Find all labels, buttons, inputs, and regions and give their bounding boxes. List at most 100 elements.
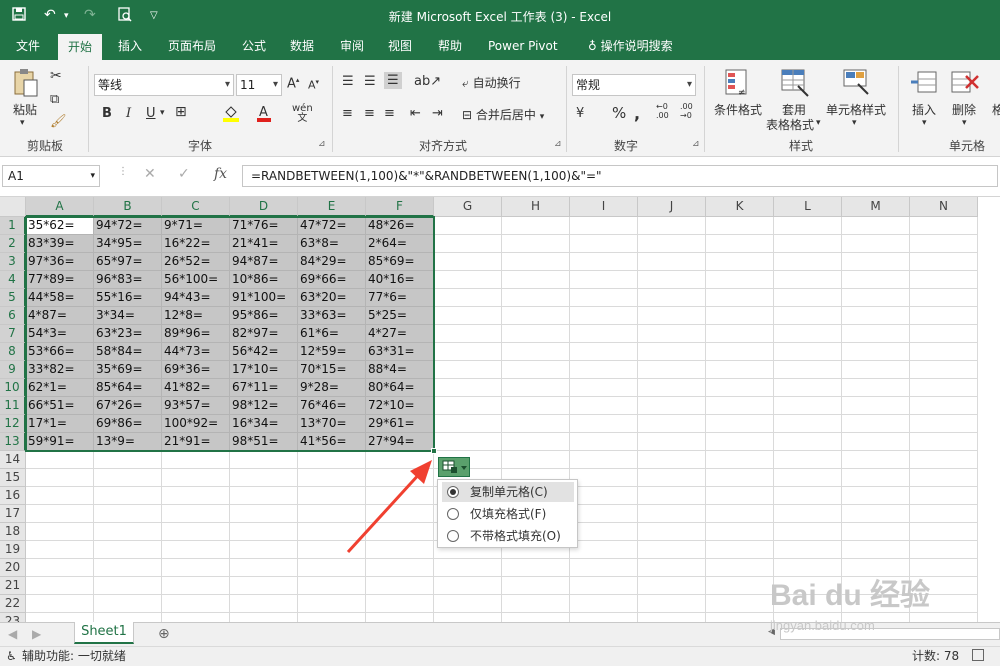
cell-C7[interactable]: 89*96= <box>162 325 230 343</box>
cell-D8[interactable]: 56*42= <box>230 343 298 361</box>
cell-A11[interactable]: 66*51= <box>26 397 94 415</box>
tell-me-search[interactable]: ♁ 操作说明搜索 <box>578 32 683 60</box>
cell-N8[interactable] <box>910 343 978 361</box>
cell-J8[interactable] <box>638 343 706 361</box>
cell-D18[interactable] <box>230 523 298 541</box>
cell-M4[interactable] <box>842 271 910 289</box>
cell-L11[interactable] <box>774 397 842 415</box>
cell-I5[interactable] <box>570 289 638 307</box>
cell-F2[interactable]: 2*64= <box>366 235 434 253</box>
option-fill-formatting-only[interactable]: 仅填充格式(F) <box>442 504 574 524</box>
cell-A19[interactable] <box>26 541 94 559</box>
cell-A10[interactable]: 62*1= <box>26 379 94 397</box>
cell-B23[interactable] <box>94 613 162 622</box>
radio-icon[interactable] <box>447 530 459 542</box>
radio-selected-icon[interactable] <box>447 486 459 498</box>
cell-H20[interactable] <box>502 559 570 577</box>
cell-E3[interactable]: 84*29= <box>298 253 366 271</box>
row-header[interactable]: 19 <box>0 541 26 559</box>
cell-J2[interactable] <box>638 235 706 253</box>
row-header[interactable]: 18 <box>0 523 26 541</box>
scroll-left-icon[interactable]: ◀ <box>8 627 17 641</box>
cell-I4[interactable] <box>570 271 638 289</box>
cell-F1[interactable]: 48*26= <box>366 217 434 235</box>
cell-E10[interactable]: 9*28= <box>298 379 366 397</box>
cell-A12[interactable]: 17*1= <box>26 415 94 433</box>
cell-K21[interactable] <box>706 577 774 595</box>
cell-J9[interactable] <box>638 361 706 379</box>
cell-M16[interactable] <box>842 487 910 505</box>
cell-F7[interactable]: 4*27= <box>366 325 434 343</box>
row-header[interactable]: 1 <box>0 217 26 235</box>
cell-D6[interactable]: 95*86= <box>230 307 298 325</box>
cell-B11[interactable]: 67*26= <box>94 397 162 415</box>
cell-D20[interactable] <box>230 559 298 577</box>
cell-J4[interactable] <box>638 271 706 289</box>
column-header[interactable]: N <box>910 197 978 217</box>
cell-E4[interactable]: 69*66= <box>298 271 366 289</box>
name-box[interactable]: A1 ▾ <box>2 165 100 187</box>
cell-E2[interactable]: 63*8= <box>298 235 366 253</box>
cell-H14[interactable] <box>502 451 570 469</box>
cell-D19[interactable] <box>230 541 298 559</box>
cell-B20[interactable] <box>94 559 162 577</box>
cell-I7[interactable] <box>570 325 638 343</box>
row-header[interactable]: 14 <box>0 451 26 469</box>
cell-C6[interactable]: 12*8= <box>162 307 230 325</box>
cell-A9[interactable]: 33*82= <box>26 361 94 379</box>
cell-H9[interactable] <box>502 361 570 379</box>
row-header[interactable]: 20 <box>0 559 26 577</box>
row-header[interactable]: 9 <box>0 361 26 379</box>
cell-N23[interactable] <box>910 613 978 622</box>
cell-N12[interactable] <box>910 415 978 433</box>
cell-K13[interactable] <box>706 433 774 451</box>
cell-A7[interactable]: 54*3= <box>26 325 94 343</box>
cell-J19[interactable] <box>638 541 706 559</box>
wrap-text-button[interactable]: ⤶ 自动换行 <box>462 74 521 91</box>
column-header[interactable]: K <box>706 197 774 217</box>
cell-M3[interactable] <box>842 253 910 271</box>
cell-G13[interactable] <box>434 433 502 451</box>
cell-I3[interactable] <box>570 253 638 271</box>
cell-C5[interactable]: 94*43= <box>162 289 230 307</box>
row-header[interactable]: 12 <box>0 415 26 433</box>
accounting-format-icon[interactable]: ¥ <box>576 106 584 121</box>
cell-D22[interactable] <box>230 595 298 613</box>
radio-icon[interactable] <box>447 508 459 520</box>
cell-G23[interactable] <box>434 613 502 622</box>
row-header[interactable]: 2 <box>0 235 26 253</box>
cell-M14[interactable] <box>842 451 910 469</box>
cell-H1[interactable] <box>502 217 570 235</box>
cell-C3[interactable]: 26*52= <box>162 253 230 271</box>
cell-C17[interactable] <box>162 505 230 523</box>
phonetic-icon[interactable]: wén 文 <box>292 104 313 124</box>
cell-B14[interactable] <box>94 451 162 469</box>
row-header[interactable]: 6 <box>0 307 26 325</box>
cell-G8[interactable] <box>434 343 502 361</box>
cell-G7[interactable] <box>434 325 502 343</box>
tab-insert[interactable]: 插入 <box>108 32 152 60</box>
cell-A16[interactable] <box>26 487 94 505</box>
cell-K19[interactable] <box>706 541 774 559</box>
cell-B4[interactable]: 96*83= <box>94 271 162 289</box>
row-header[interactable]: 7 <box>0 325 26 343</box>
cell-N14[interactable] <box>910 451 978 469</box>
column-header[interactable]: L <box>774 197 842 217</box>
cell-N13[interactable] <box>910 433 978 451</box>
cell-I9[interactable] <box>570 361 638 379</box>
cell-C9[interactable]: 69*36= <box>162 361 230 379</box>
percent-button[interactable]: % <box>612 104 626 122</box>
cell-N19[interactable] <box>910 541 978 559</box>
cell-D14[interactable] <box>230 451 298 469</box>
column-header[interactable]: H <box>502 197 570 217</box>
cell-M18[interactable] <box>842 523 910 541</box>
cell-C23[interactable] <box>162 613 230 622</box>
cell-B16[interactable] <box>94 487 162 505</box>
cell-L19[interactable] <box>774 541 842 559</box>
cell-L13[interactable] <box>774 433 842 451</box>
chevron-down-icon[interactable]: ▾ <box>852 118 857 128</box>
cell-K1[interactable] <box>706 217 774 235</box>
cell-L6[interactable] <box>774 307 842 325</box>
align-middle-icon[interactable]: ☰ <box>364 74 376 89</box>
cell-styles-button[interactable]: 单元格样式 <box>826 101 886 118</box>
